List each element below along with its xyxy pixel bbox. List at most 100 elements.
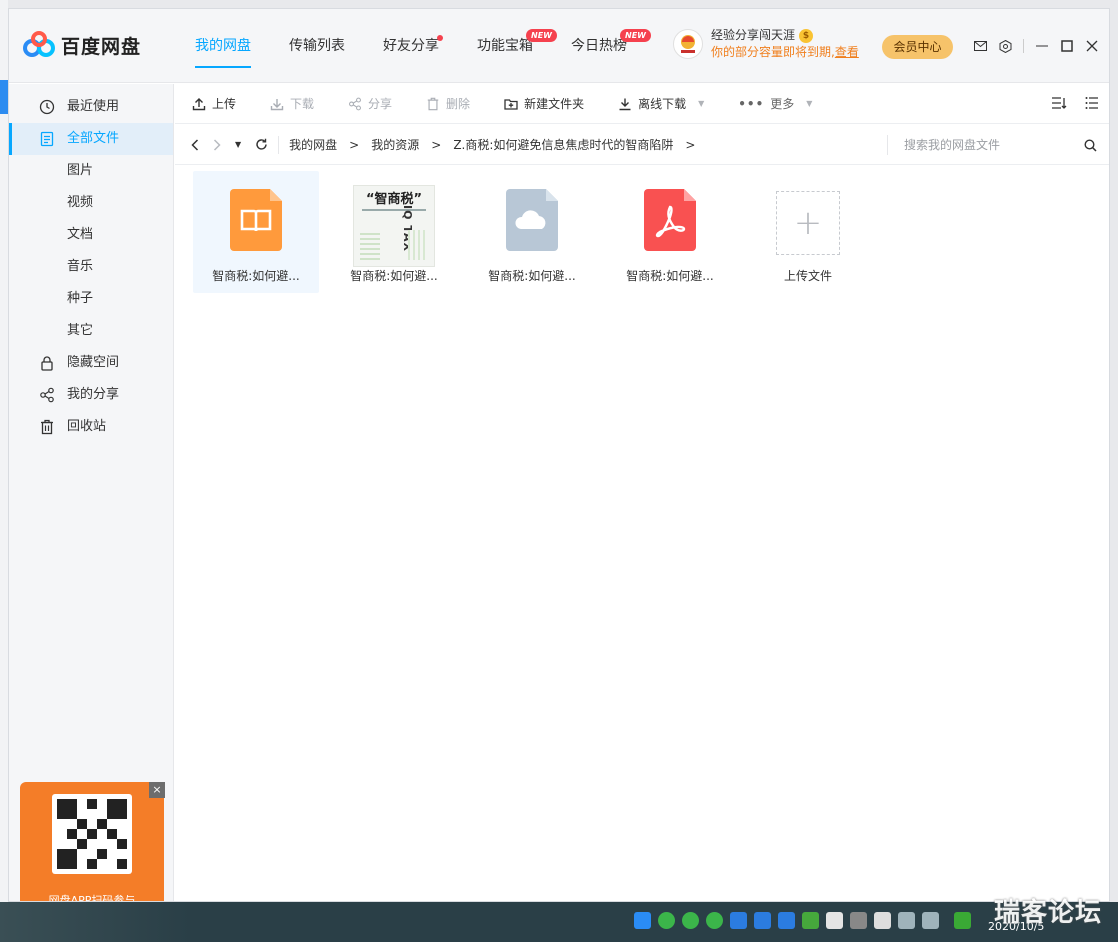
new-badge: NEW [620,29,651,42]
netdisk-tray-icon[interactable] [634,912,651,929]
sidebar-item-others[interactable]: 其它 [9,315,173,347]
nav-friend-share[interactable]: 好友分享 [373,9,449,83]
wechat-tray-icon[interactable] [682,912,699,929]
forum-watermark: 瑞客论坛 [994,898,1103,928]
promo-close-button[interactable]: × [149,782,165,798]
upload-button[interactable]: 上传 [192,95,236,112]
minimize-icon[interactable] [1035,39,1049,53]
file-item[interactable]: 智商税:如何避... [469,171,595,293]
tool-tray-icon[interactable] [778,912,795,929]
app-logo[interactable]: 百度网盘 [23,31,141,59]
document-icon [40,131,54,147]
breadcrumb-item[interactable]: Z.商税:如何避免信息焦虑时代的智商陷阱 [453,136,673,153]
nav-my-netdisk[interactable]: 我的网盘 [185,9,261,83]
sidebar-item-label: 其它 [67,323,94,338]
file-item[interactable]: 智商税:如何避... [193,171,319,293]
sort-icon[interactable] [1051,96,1067,110]
sidebar-item-videos[interactable]: 视频 [9,187,173,219]
forward-arrow-icon[interactable] [213,138,221,151]
maximize-icon[interactable] [1060,39,1074,53]
more-button[interactable]: ••• 更多 ▼ [738,95,812,112]
nav-transfer-list[interactable]: 传输列表 [279,9,355,83]
lock-icon [41,356,53,371]
nav-label: 我的网盘 [195,38,251,54]
sidebar-item-documents[interactable]: 文档 [9,219,173,251]
sidebar-item-music[interactable]: 音乐 [9,251,173,283]
trash-icon [427,97,439,110]
chevron-down-icon[interactable]: ▼ [806,99,812,108]
baidu-cloud-logo-icon [23,31,55,57]
promo-text: 网盘APP扫码参与 [48,894,136,902]
vip-center-button[interactable]: 会员中心 [882,35,953,59]
new-folder-button[interactable]: 新建文件夹 [504,95,584,112]
nav-label: 功能宝箱 [477,38,533,54]
sidebar-item-images[interactable]: 图片 [9,155,173,187]
app-promo-banner[interactable]: 网盘APP扫码参与 [20,782,164,902]
settings-icon[interactable] [998,39,1012,53]
capacity-notice: 你的部分容量即将到期,查看 [711,45,859,59]
mail-icon[interactable] [973,39,987,53]
network-icon[interactable] [898,912,915,929]
file-grid: 智商税:如何避... “智商税” IQ TAX 智商税:如何避... 智商税:如… [193,171,871,293]
security-tray-icon[interactable] [874,912,891,929]
file-item[interactable]: 智商税:如何避... [607,171,733,293]
upload-plus-box[interactable]: + [776,191,840,255]
view-controls [1051,96,1099,110]
share-button[interactable]: 分享 [348,95,392,112]
avatar[interactable] [673,29,703,59]
shield-tray-icon[interactable] [802,912,819,929]
delete-button[interactable]: 删除 [426,95,470,112]
user-info: 经验分享闯天涯 $ 你的部分容量即将到期,查看 [711,27,859,61]
status-tray-icon[interactable] [826,912,843,929]
sidebar-item-hidden-space[interactable]: 隐藏空间 [9,347,173,379]
offline-download-button[interactable]: 离线下载 ▼ [618,95,704,112]
sidebar-item-label: 回收站 [67,419,107,434]
refresh-icon[interactable] [255,138,268,151]
sidebar-item-recent[interactable]: 最近使用 [9,91,173,123]
search-icon[interactable] [1084,138,1097,152]
sidebar-item-label: 视频 [67,195,94,210]
history-dropdown-icon[interactable]: ▼ [235,140,241,149]
nav-today-hot[interactable]: 今日热榜 NEW [561,9,651,83]
view-link[interactable]: 查看 [835,45,859,59]
pen-tray-icon[interactable] [850,912,867,929]
more-label: 更多 [770,97,795,111]
user-area: 经验分享闯天涯 $ 你的部分容量即将到期,查看 [673,27,859,61]
pdf-file-icon [644,189,696,251]
breadcrumb-item[interactable]: 我的资源 [371,136,419,153]
upload-file-tile[interactable]: + 上传文件 [745,171,871,293]
list-view-icon[interactable] [1085,96,1099,110]
file-item[interactable]: “智商税” IQ TAX 智商税:如何避... [331,171,457,293]
sidebar-item-label: 全部文件 [67,131,120,146]
wechat-tray-icon[interactable] [658,912,675,929]
sidebar-item-recycle-bin[interactable]: 回收站 [9,411,173,443]
upload-icon [192,97,206,110]
input-method-icon[interactable] [954,912,971,929]
sidebar-item-all-files[interactable]: 全部文件 [9,123,173,155]
volume-icon[interactable] [922,912,939,929]
download-button[interactable]: 下载 [270,95,314,112]
tool-tray-icon[interactable] [730,912,747,929]
wechat-tray-icon[interactable] [706,912,723,929]
breadcrumb-separator[interactable]: > [685,138,695,152]
back-arrow-icon[interactable] [191,138,199,151]
file-name: 智商税:如何避... [626,269,714,283]
search-input[interactable] [904,138,1064,152]
sidebar-item-label: 隐藏空间 [67,355,120,370]
sidebar-item-my-share[interactable]: 我的分享 [9,379,173,411]
divider [1023,39,1024,53]
download-label: 下载 [290,97,315,111]
breadcrumb-item[interactable]: 我的网盘 [289,136,337,153]
new-badge: NEW [526,29,557,42]
close-icon[interactable] [1085,39,1099,53]
tool-tray-icon[interactable] [754,912,771,929]
nav-feature-box[interactable]: 功能宝箱 NEW [467,9,557,83]
nav-label: 好友分享 [383,38,439,54]
sidebar: 最近使用 全部文件 图片 视频 文档 音乐 种子 其它 隐藏空间 我的分享 回收… [9,84,174,902]
plus-icon: + [793,203,823,243]
file-name: 智商税:如何避... [212,269,300,283]
chevron-down-icon[interactable]: ▼ [698,99,704,108]
sidebar-item-torrents[interactable]: 种子 [9,283,173,315]
username[interactable]: 经验分享闯天涯 $ [711,27,859,44]
file-name: 智商税:如何避... [488,269,576,283]
